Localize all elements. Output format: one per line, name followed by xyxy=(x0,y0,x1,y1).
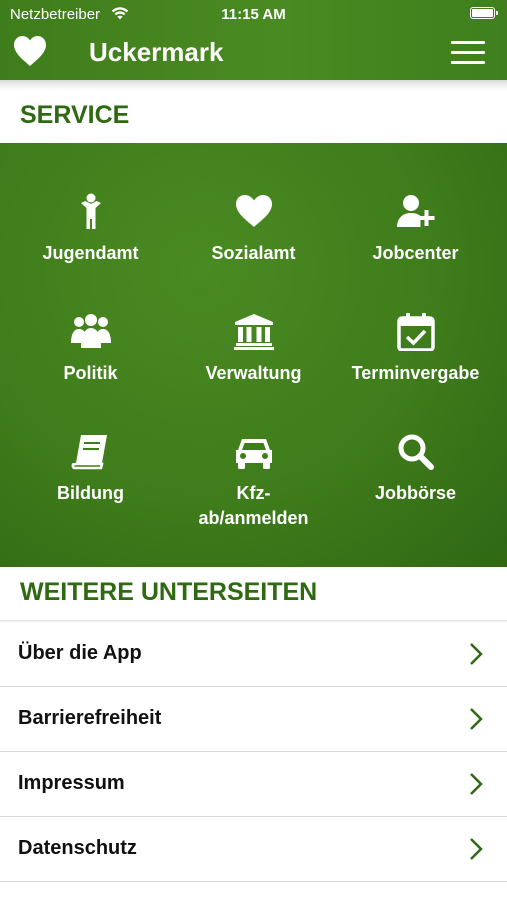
calendar-check-icon xyxy=(396,313,435,351)
heart-icon xyxy=(235,195,272,227)
app-header: Netzbetreiber 11:15 AM Uckermark xyxy=(0,0,507,80)
chevron-right-icon xyxy=(470,708,483,730)
tile-kfz[interactable]: Kfz- ab/anmelden xyxy=(169,383,338,528)
chevron-right-icon xyxy=(470,773,483,795)
list-item-label: Impressum xyxy=(18,772,125,794)
tile-label-line1: Kfz- xyxy=(236,483,271,503)
list-item-label: Über die App xyxy=(18,642,142,664)
tile-label-line2: ab/anmelden xyxy=(198,508,309,528)
tile-jobcenter[interactable]: Jobcenter xyxy=(331,143,500,263)
list-item-imprint[interactable]: Impressum xyxy=(0,752,507,817)
hamburger-menu-icon[interactable] xyxy=(451,40,485,66)
chevron-right-icon xyxy=(470,643,483,665)
status-bar: Netzbetreiber 11:15 AM xyxy=(0,0,507,28)
more-list: Über die App Barrierefreiheit Impressum … xyxy=(0,622,507,882)
group-icon xyxy=(70,314,111,348)
list-item-label: Datenschutz xyxy=(18,837,137,859)
tile-terminvergabe[interactable]: Terminvergabe xyxy=(331,263,500,383)
list-item-accessibility[interactable]: Barrierefreiheit xyxy=(0,687,507,752)
book-icon xyxy=(71,435,107,470)
tile-label: Kfz- ab/anmelden xyxy=(169,481,338,531)
nav-bar: Uckermark xyxy=(0,28,507,80)
app-title: Uckermark xyxy=(89,37,224,67)
header-shadow xyxy=(0,80,507,90)
service-grid: Jugendamt Sozialamt Jobcenter Politik Ve… xyxy=(0,143,507,567)
battery-icon xyxy=(470,7,498,19)
more-section-title: WEITERE UNTERSEITEN xyxy=(20,578,318,606)
clock: 11:15 AM xyxy=(221,6,286,23)
add-user-icon xyxy=(396,195,434,227)
list-item-privacy[interactable]: Datenschutz xyxy=(0,817,507,882)
chevron-right-icon xyxy=(470,838,483,860)
tile-bildung[interactable]: Bildung xyxy=(6,383,175,503)
tile-politik[interactable]: Politik xyxy=(6,263,175,383)
list-item-about[interactable]: Über die App xyxy=(0,622,507,687)
heart-logo-icon[interactable] xyxy=(12,34,48,68)
tile-jobboerse[interactable]: Jobbörse xyxy=(331,383,500,503)
search-icon xyxy=(398,434,434,470)
tile-label: Bildung xyxy=(57,483,124,503)
tile-sozialamt[interactable]: Sozialamt xyxy=(169,143,338,263)
list-item-label: Barrierefreiheit xyxy=(18,707,162,729)
tile-label: Jobbörse xyxy=(374,483,457,503)
child-icon xyxy=(80,193,101,229)
tile-verwaltung[interactable]: Verwaltung xyxy=(169,263,338,383)
tile-jugendamt[interactable]: Jugendamt xyxy=(6,143,175,263)
car-icon xyxy=(235,439,272,469)
service-section-title: SERVICE xyxy=(20,101,130,129)
building-icon xyxy=(233,314,274,350)
